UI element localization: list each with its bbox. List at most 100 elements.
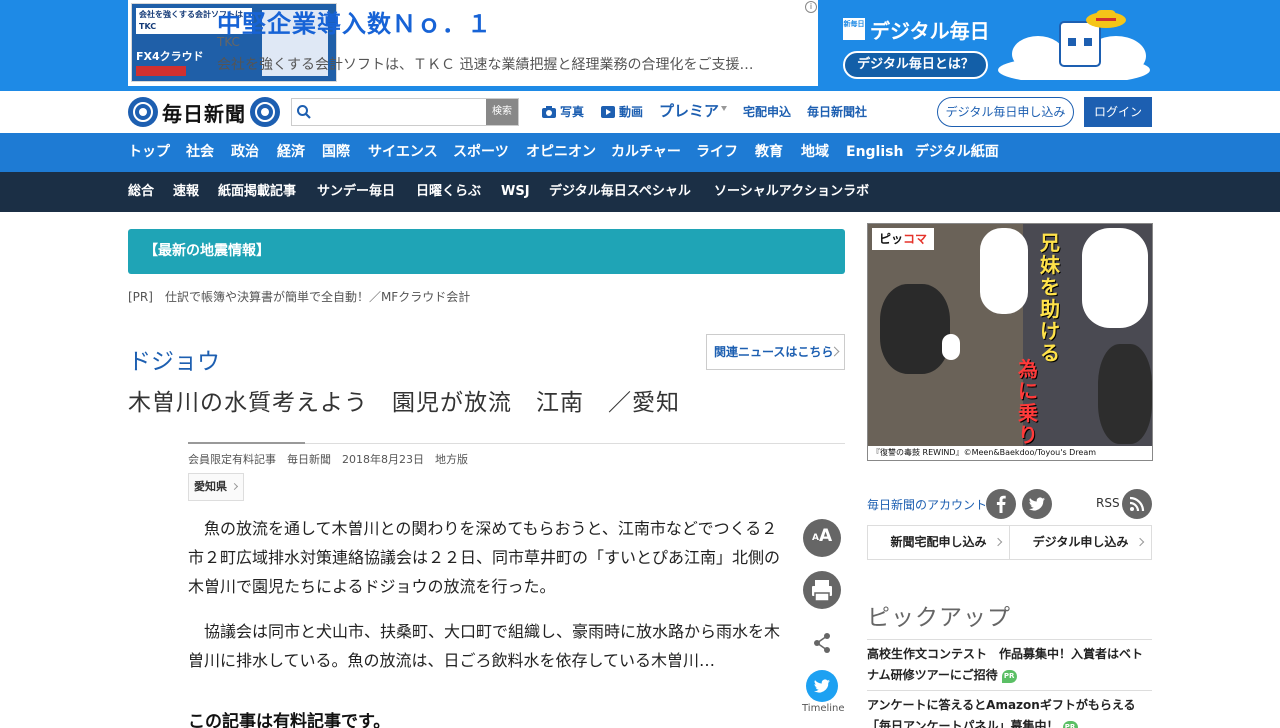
manga-ad[interactable]: ピッコマ 兄妹を助ける 為に乗り込む!! 『復讐の毒鼓 REWIND』©Meen… [867,223,1153,461]
twitter-icon [814,679,830,693]
nav-culture[interactable]: カルチャー [611,133,681,172]
manga-caption: 『復讐の毒鼓 REWIND』©Meen&Baekdoo/Toyou's Drea… [868,446,1152,460]
nav-video-label: 動画 [619,105,644,119]
search-icon [297,105,311,119]
ad-choices-icon[interactable]: i [805,1,817,13]
top-ad-band: 会社を強くする会計ソフトは TKC FX4クラウド 中堅企業導入数Ｎｏ．１ TK… [0,0,1280,91]
article-meta: 会員限定有料記事 毎日新聞 2018年8月23日 地方版 [188,453,468,466]
digital-mainichi-about-button[interactable]: デジタル毎日とは？ [843,51,988,79]
nav-region[interactable]: 地域 [801,133,829,172]
twitter-icon [1029,497,1045,511]
ad-thumb-product: FX4クラウド [136,50,204,63]
nav-english[interactable]: English [846,133,903,172]
newspaper-delivery-button[interactable]: 新聞宅配申し込み [868,526,1010,559]
nav-nichiyo-club[interactable]: 日曜くらぶ [416,172,481,212]
speech-bubble [980,228,1028,314]
pickup-item[interactable]: アンケートに答えるとAmazonギフトがもらえる「毎日アンケートパネル」募集中！… [867,695,1152,728]
ad-banner[interactable]: 会社を強くする会計ソフトは TKC FX4クラウド 中堅企業導入数Ｎｏ．１ TK… [128,0,818,86]
chevron-right-icon [1135,537,1145,547]
earthquake-info-banner[interactable]: 【最新の地震情報】 [128,229,845,274]
share-button[interactable] [803,624,841,662]
nav-breaking[interactable]: 速報 [173,172,199,212]
search-button[interactable]: 検索 [486,99,518,125]
nav-economy[interactable]: 経済 [277,133,305,172]
piccoma-logo: ピッコマ [872,228,934,250]
video-play-icon [601,106,615,118]
rss-icon [1129,496,1145,512]
print-button[interactable] [803,571,841,609]
search-box: 検索 [291,98,519,126]
related-news-button[interactable]: 関連ニュースはこちら [706,334,845,370]
speech-bubble [1082,228,1148,328]
camera-icon [542,106,556,118]
twitter-share-button[interactable] [806,670,838,702]
secondary-nav: 総合 速報 紙面掲載記事 サンデー毎日 日曜くらぶ WSJ デジタル毎日スペシャ… [0,172,1280,212]
facebook-button[interactable] [986,489,1016,519]
mainichi-logo-icon-right[interactable] [250,97,280,127]
region-tag-label: 愛知県 [194,480,227,493]
piccoma-logo-b: コマ [903,232,928,246]
ad-description[interactable]: 会社を強くする会計ソフトは、ＴＫＣ 迅速な業績把握と経理業務の合理化をご支援… [217,54,807,74]
nav-digital-paper[interactable]: デジタル紙面 [915,133,999,172]
manga-character [880,284,950,374]
chevron-down-icon[interactable] [721,106,727,111]
meta-divider [305,443,845,444]
nav-politics[interactable]: 政治 [231,133,259,172]
nav-life[interactable]: ライフ [696,133,738,172]
font-size-button[interactable]: A A [803,519,841,557]
meta-divider-accent [188,442,305,444]
mainichi-logo-icon[interactable] [128,97,158,127]
newspaper-delivery-label: 新聞宅配申し込み [890,535,987,549]
chevron-right-icon [230,482,239,491]
share-icon [814,633,830,653]
digital-subscribe-button[interactable]: デジタル申し込み [1010,526,1151,559]
nav-photo[interactable]: 写真 [542,103,584,120]
ad-title[interactable]: 中堅企業導入数Ｎｏ．１ [217,4,492,39]
nav-sports[interactable]: スポーツ [453,133,509,172]
search-input[interactable] [316,101,484,123]
nav-science[interactable]: サイエンス [368,133,438,172]
timeline-label: Timeline [802,703,845,714]
pickup-divider [867,690,1152,691]
facebook-icon [996,495,1006,513]
pr-badge: PR [1001,670,1017,683]
nav-print-articles[interactable]: 紙面掲載記事 [218,172,296,212]
nav-education[interactable]: 教育 [755,133,783,172]
nav-sunday-mainichi[interactable]: サンデー毎日 [317,172,395,212]
article-headline: 木曽川の水質考えよう 園児が放流 江南 ／愛知 [128,390,680,416]
site-logo-text[interactable]: 毎日新聞 [162,98,246,127]
pickup-item[interactable]: 高校生作文コンテスト 作品募集中！入賞者はベトナム研修ツアーにご招待 PR [867,644,1152,686]
rss-button[interactable] [1122,489,1152,519]
nav-opinion[interactable]: オピニオン [526,133,596,172]
nav-premia[interactable]: プレミア [659,100,719,121]
subscription-buttons: 新聞宅配申し込み デジタル申し込み [867,525,1152,560]
ad-thumb-strip [136,66,186,76]
region-tag[interactable]: 愛知県 [188,473,244,501]
nav-social-action-lab[interactable]: ソーシャルアクションラボ [714,172,869,212]
pickup-item-text: アンケートに答えるとAmazonギフトがもらえる「毎日アンケートパネル」募集中！ [867,698,1136,728]
nav-top[interactable]: トップ [128,133,170,172]
manga-headline: 兄妹を助ける [1040,231,1060,365]
nav-company[interactable]: 毎日新聞社 [807,103,867,120]
pickup-title: ピックアップ [867,605,1011,631]
font-size-icon: A [812,533,819,543]
login-button[interactable]: ログイン [1084,97,1152,127]
pr-text-ad[interactable]: [PR] 仕訳で帳簿や決算書が簡単で全自動！／MFクラウド会計 [128,288,470,305]
nav-video[interactable]: 動画 [601,103,643,120]
nav-general[interactable]: 総合 [128,172,154,212]
nav-wsj[interactable]: WSJ [501,172,530,212]
rss-label: RSS [1096,496,1120,510]
digital-apply-button[interactable]: デジタル毎日申し込み [937,97,1074,127]
article-kicker: ドジョウ [128,349,220,375]
ad-advertiser: TKC [217,35,240,49]
nav-world[interactable]: 国際 [322,133,350,172]
primary-nav: トップ 社会 政治 経済 国際 サイエンス スポーツ オピニオン カルチャー ラ… [0,133,1280,172]
nav-society[interactable]: 社会 [186,133,214,172]
account-label: 毎日新聞のアカウント [867,498,988,512]
digital-mainichi-logo[interactable]: デジタル毎日 [870,15,990,44]
chevron-right-icon [993,537,1003,547]
mascot-illustration-icon [998,10,1150,80]
nav-digital-special[interactable]: デジタル毎日スペシャル [549,172,691,212]
nav-delivery[interactable]: 宅配申込 [743,103,791,120]
twitter-account-button[interactable] [1022,489,1052,519]
